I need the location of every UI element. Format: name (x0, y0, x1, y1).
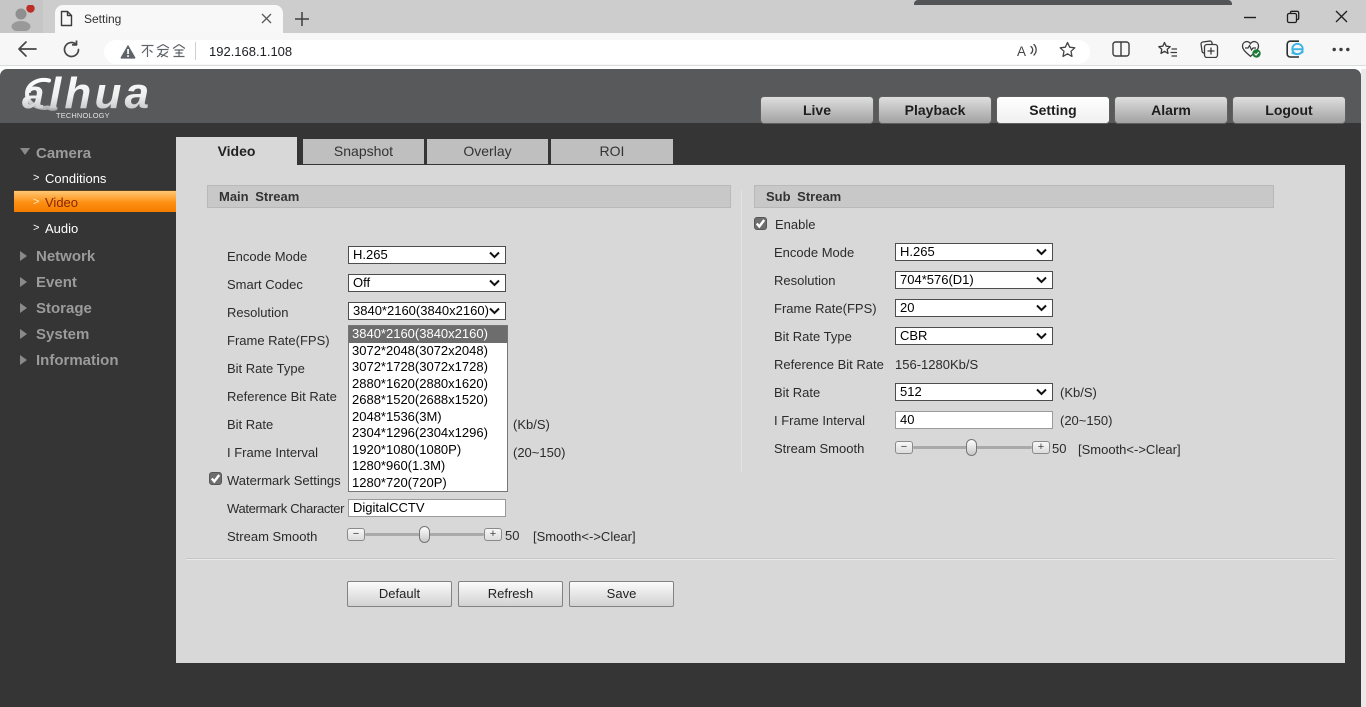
svg-text:A: A (1017, 44, 1026, 58)
svg-text:a: a (22, 73, 44, 117)
svg-text:TECHNOLOGY: TECHNOLOGY (56, 111, 110, 120)
